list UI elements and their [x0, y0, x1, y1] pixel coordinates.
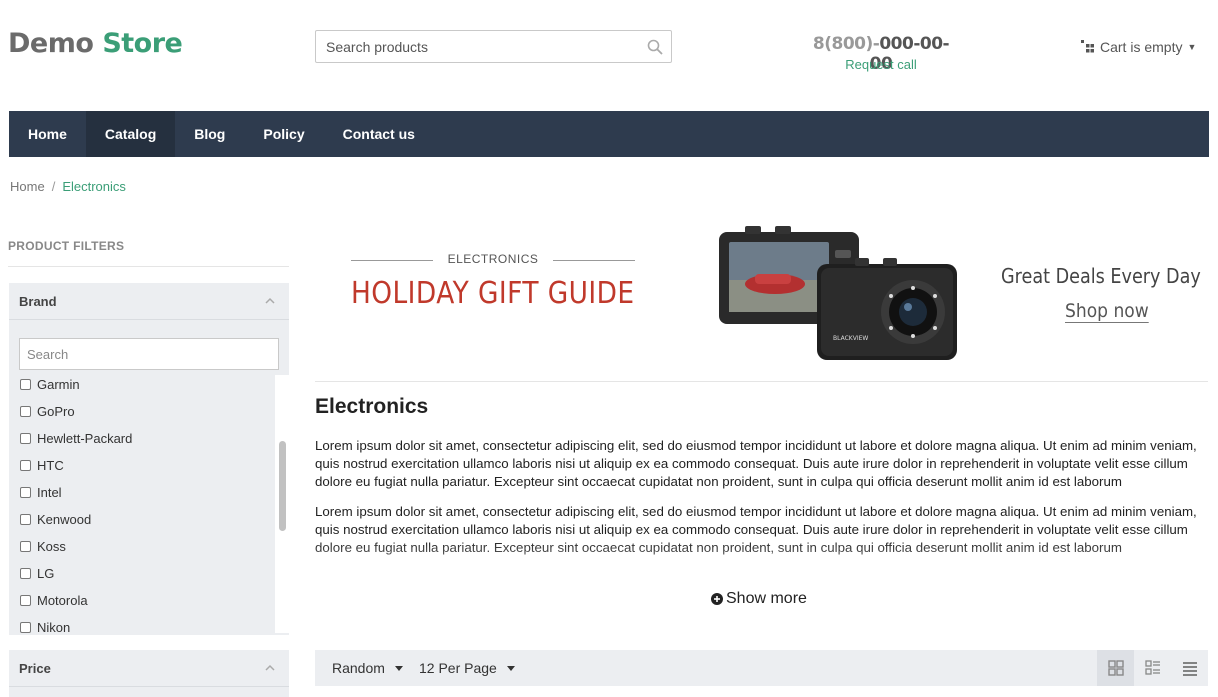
price-filter-header[interactable]: Price — [9, 650, 289, 687]
text-fade-overlay — [315, 540, 1210, 595]
filters-title: PRODUCT FILTERS — [8, 239, 125, 253]
compact-list-icon — [1182, 662, 1197, 676]
brand-item-label: Koss — [37, 539, 66, 554]
cart-icon — [1081, 40, 1094, 53]
checkbox[interactable] — [20, 460, 31, 471]
phone-prefix: 8(800)- — [812, 34, 880, 54]
brand-item-label: GoPro — [37, 404, 75, 419]
brand-list: Garmin GoPro Hewlett-Packard HTC Intel K… — [9, 371, 275, 633]
brand-item-lg[interactable]: LG — [9, 560, 275, 587]
caret-down-icon — [394, 665, 403, 671]
checkbox[interactable] — [20, 433, 31, 444]
grid-view-icon — [1107, 660, 1124, 676]
banner-title: HOLIDAY GIFT GUIDE — [351, 276, 635, 311]
listing-toolbar: Random 12 Per Page — [315, 650, 1208, 686]
checkbox[interactable] — [20, 406, 31, 417]
brand-item-label: Kenwood — [37, 512, 92, 527]
nav-item-policy[interactable]: Policy — [244, 111, 323, 157]
scrollbar-thumb[interactable] — [279, 441, 286, 531]
price-filter-title: Price — [19, 661, 51, 676]
show-more-button[interactable]: Show more — [711, 590, 807, 608]
brand-item-hewlett-packard[interactable]: Hewlett-Packard — [9, 425, 275, 452]
checkbox[interactable] — [20, 622, 31, 633]
nav-item-home[interactable]: Home — [9, 111, 86, 157]
brand-search-box — [19, 338, 279, 370]
brand-item-htc[interactable]: HTC — [9, 452, 275, 479]
page-title: Electronics — [315, 395, 429, 418]
breadcrumb: Home / Electronics — [10, 179, 126, 194]
nav-item-blog[interactable]: Blog — [175, 111, 244, 157]
logo-text-demo: Demo — [8, 28, 94, 59]
brand-item-kenwood[interactable]: Kenwood — [9, 506, 275, 533]
store-logo[interactable]: Demo Store — [8, 28, 183, 59]
banner-deals-text: Great Deals Every Day — [1001, 264, 1201, 288]
grid-view-button[interactable] — [1097, 650, 1134, 686]
brand-item-koss[interactable]: Koss — [9, 533, 275, 560]
plus-circle-icon — [711, 593, 723, 605]
compact-list-button[interactable] — [1171, 650, 1208, 686]
search-box — [315, 30, 672, 63]
price-filter-panel: Price — [9, 650, 289, 697]
show-more-label: Show more — [726, 590, 807, 607]
cart-dropdown[interactable]: Cart is empty ▼ — [1081, 39, 1196, 55]
brand-item-nikon[interactable]: Nikon — [9, 614, 275, 633]
request-call-link[interactable]: Request call — [808, 57, 954, 72]
breadcrumb-separator: / — [51, 179, 56, 194]
banner-eyebrow: ELECTRONICS — [351, 252, 635, 266]
brand-search-input[interactable] — [20, 339, 278, 369]
shop-now-link[interactable]: Shop now — [1065, 300, 1149, 323]
promo-banner[interactable]: ELECTRONICS HOLIDAY GIFT GUIDE BLACKVIEW… — [315, 218, 1208, 382]
breadcrumb-home[interactable]: Home — [10, 179, 45, 194]
product-label: BLACKVIEW — [833, 335, 868, 342]
checkbox[interactable] — [20, 568, 31, 579]
search-input[interactable] — [316, 31, 636, 62]
sort-value: Random — [332, 660, 385, 676]
brand-item-intel[interactable]: Intel — [9, 479, 275, 506]
dashcam-image: BLACKVIEW — [719, 226, 957, 360]
divider — [8, 266, 289, 267]
caret-down-icon — [506, 665, 515, 671]
chevron-up-icon[interactable] — [265, 663, 275, 673]
breadcrumb-current[interactable]: Electronics — [62, 179, 126, 194]
brand-item-label: Hewlett-Packard — [37, 431, 133, 446]
brand-item-label: Nikon — [37, 620, 71, 633]
brand-item-garmin[interactable]: Garmin — [9, 371, 275, 398]
brand-item-label: Garmin — [37, 377, 80, 392]
nav-item-catalog[interactable]: Catalog — [85, 111, 176, 157]
brand-item-label: HTC — [37, 458, 64, 473]
brand-item-label: LG — [37, 566, 55, 581]
brand-item-gopro[interactable]: GoPro — [9, 398, 275, 425]
sort-select[interactable]: Random — [332, 660, 403, 676]
checkbox[interactable] — [20, 379, 31, 390]
checkbox[interactable] — [20, 514, 31, 525]
chevron-up-icon[interactable] — [265, 296, 275, 306]
list-view-button[interactable] — [1134, 650, 1171, 686]
brand-item-motorola[interactable]: Motorola — [9, 587, 275, 614]
brand-filter-header[interactable]: Brand — [9, 283, 289, 320]
checkbox[interactable] — [20, 487, 31, 498]
logo-text-store: Store — [102, 28, 183, 59]
per-page-select[interactable]: 12 Per Page — [419, 660, 515, 676]
checkbox[interactable] — [20, 541, 31, 552]
checkbox[interactable] — [20, 595, 31, 606]
main-nav: Home Catalog Blog Policy Contact us — [9, 111, 1209, 157]
brand-filter-panel: Brand Garmin GoPro Hewlett-Packard HTC I… — [9, 283, 289, 635]
list-view-icon — [1144, 660, 1160, 675]
description-paragraph: Lorem ipsum dolor sit amet, consectetur … — [315, 438, 1197, 489]
search-icon[interactable] — [647, 39, 663, 55]
brand-item-label: Motorola — [37, 593, 88, 608]
per-page-value: 12 Per Page — [419, 660, 497, 676]
brand-filter-title: Brand — [19, 294, 57, 309]
cart-label: Cart is empty — [1100, 39, 1183, 55]
brand-item-label: Intel — [37, 485, 62, 500]
nav-item-contact-us[interactable]: Contact us — [324, 111, 434, 157]
chevron-down-icon: ▼ — [1187, 42, 1197, 52]
